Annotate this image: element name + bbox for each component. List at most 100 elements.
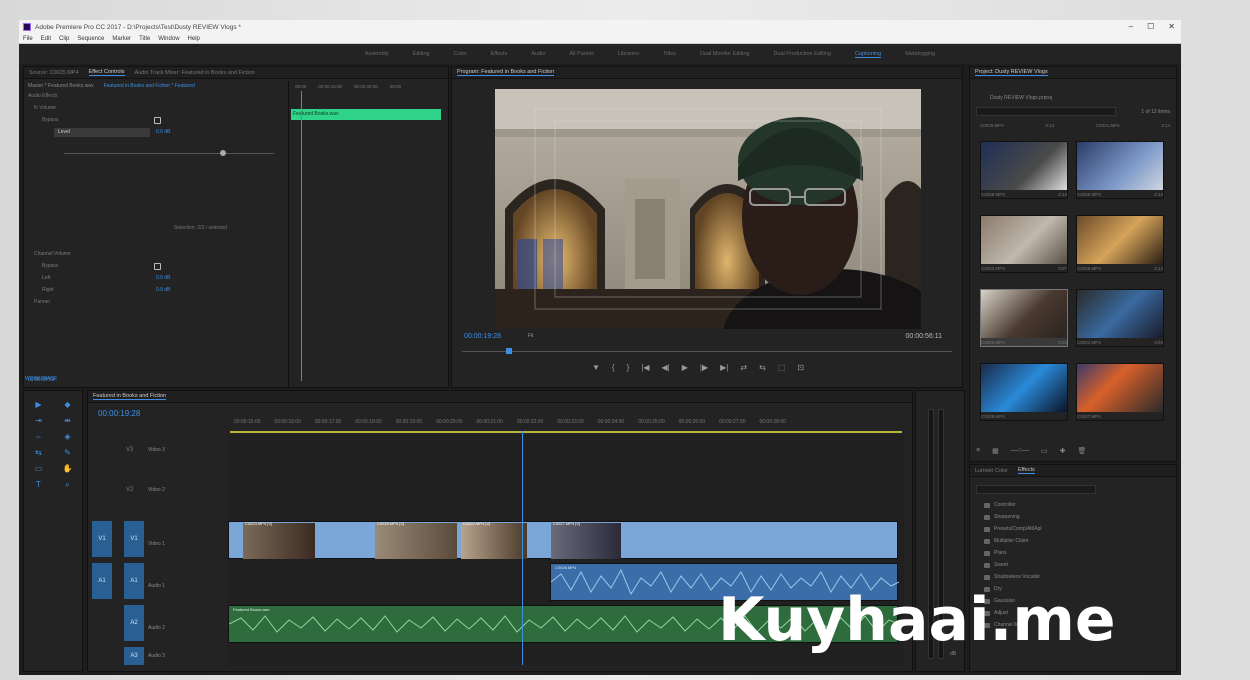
compare-button[interactable]: ⊡ [797,363,804,372]
project-item[interactable]: C0026.MP4 3:14 [1076,215,1164,273]
pen-tool-icon[interactable]: ✎ [63,448,73,458]
timeline-playhead[interactable] [522,431,523,665]
project-item[interactable]: C0027.MP4 [1076,363,1164,421]
project-search-input[interactable] [976,107,1116,116]
project-item[interactable]: C0022.MP4 4:04 [1076,289,1164,347]
track-label[interactable]: V2 [126,487,133,493]
folder-item[interactable]: Sharpening [970,511,1176,523]
razor-tool-icon[interactable]: ◈ [63,432,73,442]
work-area-bar[interactable] [230,431,902,433]
menu-help[interactable]: Help [188,36,200,42]
tab-project[interactable]: Project: Dusty REVIEW Vlogs [975,69,1048,76]
folder-item[interactable]: Plans [970,547,1176,559]
tab-program[interactable]: Program: Featured in Books and Fiction [457,69,555,76]
new-item-icon[interactable]: ✚ [1060,447,1066,457]
workspace-dual-production[interactable]: Dual Production Editing [773,51,830,57]
workspace-audio[interactable]: Audio [531,51,545,57]
program-scrubber[interactable] [462,351,952,352]
folder-item[interactable]: Presets/Comp/Alt/Apl [970,523,1176,535]
menu-title[interactable]: Title [139,36,150,42]
mark-in-button[interactable]: { [612,363,615,372]
lift-button[interactable]: ⇄ [740,363,747,372]
program-video-frame[interactable] [495,89,921,329]
zoom-tool-icon[interactable]: ⌕ [63,480,73,490]
workspace-titles[interactable]: Titles [663,51,676,57]
slip-tool-icon[interactable]: ⇆ [34,448,44,458]
effect-volume[interactable]: fx Volume [34,105,56,113]
effect-channel-volume[interactable]: Channel Volume [34,251,71,259]
level-slider-handle[interactable] [220,150,226,156]
project-item[interactable]: C0023.MP4 3:07 [980,215,1068,273]
trash-icon[interactable]: 🗑 [1077,447,1086,457]
menu-marker[interactable]: Marker [112,36,131,42]
mini-playhead[interactable] [301,91,302,381]
ripple-edit-tool-icon[interactable]: ⇥ [34,416,44,426]
folder-item[interactable]: Shadowless Vocalist [970,571,1176,583]
menu-sequence[interactable]: Sequence [77,36,104,42]
step-forward-button[interactable]: |▶ [700,363,708,372]
zoom-slider[interactable]: —○— [1011,447,1029,457]
project-item[interactable]: C0029.MP4 [980,363,1068,421]
tab-sequence[interactable]: Featured in Books and Fiction [93,393,167,400]
project-item[interactable]: C0025.MP4 3:14 [1076,141,1164,199]
workspace-captioning[interactable]: Captioning [854,51,882,58]
play-button[interactable]: ▶ [682,363,688,372]
workspace-all-panels[interactable]: All Panels [569,51,593,57]
left-value[interactable]: 0.0 dB [156,275,170,283]
folder-item[interactable]: Controller [970,499,1176,511]
track-label[interactable]: A1 [124,563,144,599]
menu-window[interactable]: Window [158,36,179,42]
track-label[interactable]: V1 [124,521,144,557]
workspace-libraries[interactable]: Libraries [618,51,639,57]
project-item[interactable]: C0028.MP4 3:14 [980,141,1068,199]
maximize-button[interactable]: ☐ [1147,22,1154,31]
program-playhead[interactable] [506,348,512,354]
mark-out-button[interactable]: } [627,363,630,372]
sequence-name[interactable]: Featured in Books and Fiction * Featured [104,83,195,89]
selection-tool-icon[interactable]: ▶ [34,400,44,410]
folder-item[interactable]: Sweet [970,559,1176,571]
icon-view-icon[interactable]: ▦ [992,447,999,457]
project-item-selected[interactable]: C0030.MP4 3:04 [980,289,1068,347]
workspace-metalogging[interactable]: Metalogging [905,51,935,57]
source-patch-v1[interactable]: V1 [92,521,112,557]
marker-button[interactable]: ▼ [592,363,600,372]
level-value[interactable]: 0.0 dB [156,129,170,137]
tab-audio-track-mixer[interactable]: Audio Track Mixer: Featured in Books and… [135,70,255,76]
workspace-assembly[interactable]: Assembly [365,51,389,57]
workspace-dual-monitor[interactable]: Dual Monitor Editing [700,51,750,57]
minimize-button[interactable]: – [1129,22,1133,31]
list-view-icon[interactable]: ≡ [976,447,980,457]
extract-button[interactable]: ⇆ [759,363,766,372]
right-value[interactable]: 0.0 dB [156,287,170,295]
tab-effect-controls[interactable]: Effect Controls [88,69,125,76]
hand-tool-icon[interactable]: ✋ [63,464,73,474]
tab-effects[interactable]: Effects [1018,467,1035,474]
mini-clip[interactable]: Featured Books.wav [291,109,441,120]
timeline-timecode[interactable]: 00:00:19:28 [98,409,140,418]
effects-search-input[interactable] [976,485,1096,494]
folder-item[interactable]: Multiplier Claire [970,535,1176,547]
step-back-button[interactable]: ◀| [662,363,670,372]
track-label[interactable]: V3 [126,447,133,453]
source-patch-a1[interactable]: A1 [92,563,112,599]
workspace-editing[interactable]: Editing [413,51,430,57]
new-bin-icon[interactable]: ▭ [1041,447,1048,457]
workspace-color[interactable]: Color [453,51,466,57]
program-timecode[interactable]: 00:00:19:28 [464,333,501,340]
bypass-checkbox[interactable] [154,117,161,124]
effect-panner[interactable]: Panner [34,299,50,307]
tab-source[interactable]: Source: C0025.MP4 [29,70,79,76]
tab-lumetri-color[interactable]: Lumetri Color [975,468,1008,474]
close-button[interactable]: ✕ [1168,22,1175,31]
fit-dropdown[interactable]: Fit [528,333,534,339]
go-to-out-button[interactable]: ▶| [720,363,728,372]
timeline-ruler[interactable]: 00:00:15:00 00:00:16:00 00:00:17:00 00:0… [234,419,912,429]
track-label[interactable]: A2 [124,605,144,641]
level-slider-track[interactable] [64,153,274,154]
video-clip-track[interactable]: C0023.MP4 [V] C0025.MP4 [V] C0022.MP4 [V… [228,521,898,559]
bypass-checkbox-2[interactable] [154,263,161,270]
type-tool-icon[interactable]: T [34,480,44,490]
track-label[interactable]: A3 [124,647,144,665]
rate-stretch-tool-icon[interactable]: ⇔ [34,432,44,442]
